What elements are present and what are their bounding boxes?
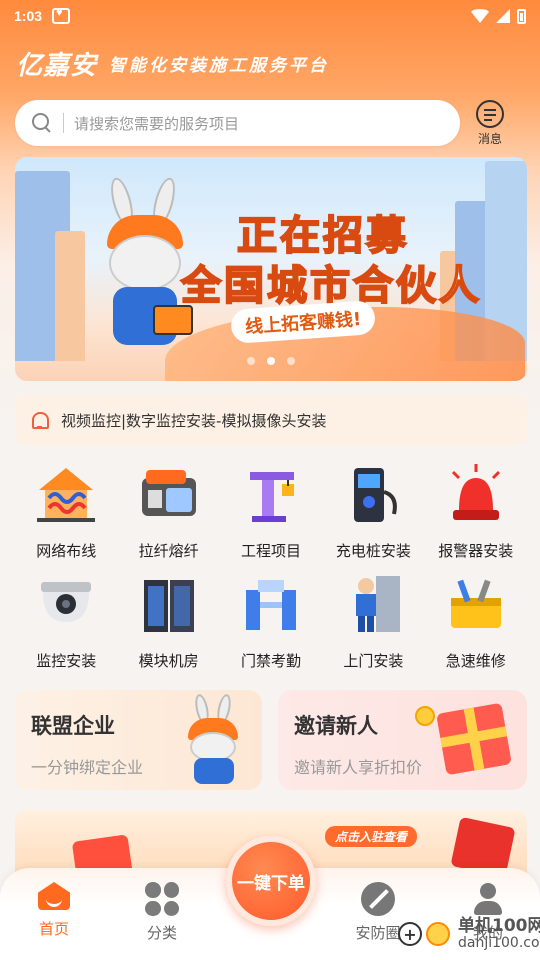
status-time: 1:03 xyxy=(14,8,43,24)
watermark-domain: danji100.com xyxy=(458,934,540,951)
signal-icon xyxy=(496,9,510,23)
join-tag: 点击入驻查看 xyxy=(325,826,418,847)
service-label: 上门安装 xyxy=(343,652,404,670)
bell-icon xyxy=(29,410,49,430)
watermark-site: 单机100网 xyxy=(458,916,540,936)
promo-banner[interactable]: 正在招募 全国城市合伙人 线上拓客赚钱! xyxy=(15,157,527,381)
brand-header: 亿嘉安 智能化安装施工服务平台 xyxy=(16,46,330,81)
wifi-icon xyxy=(471,9,489,23)
service-label: 充电桩安装 xyxy=(335,542,411,560)
tab-category[interactable]: 分类 xyxy=(122,882,202,943)
service-onsite-install[interactable]: 上门安装 xyxy=(322,572,424,682)
service-server-room[interactable]: 模块机房 xyxy=(117,572,219,682)
quick-order-label: 一键下单 xyxy=(237,873,305,894)
fiber-fusion-icon xyxy=(141,470,196,516)
search-placeholder: 请搜索您需要的服务项目 xyxy=(74,114,240,133)
service-label: 模块机房 xyxy=(138,652,199,670)
search-icon xyxy=(31,112,53,134)
messages-label: 消息 xyxy=(477,132,502,146)
tab-security-label: 安防圈 xyxy=(355,924,401,942)
app-notification-icon xyxy=(52,7,71,24)
pagination-dot[interactable] xyxy=(247,357,255,365)
search-input[interactable]: 请搜索您需要的服务项目 xyxy=(15,100,460,146)
profile-icon xyxy=(471,882,505,916)
service-label: 门禁考勤 xyxy=(240,652,301,670)
alliance-enterprise-card[interactable]: 联盟企业 一分钟绑定企业 xyxy=(15,690,262,790)
notice-bar[interactable]: 视频监控|数字监控安装-模拟摄像头安装 xyxy=(15,395,527,445)
banner-pagination xyxy=(247,357,295,365)
construction-crane-icon xyxy=(249,472,294,522)
status-bar: 1:03 xyxy=(0,0,540,32)
security-camera-icon xyxy=(41,582,92,622)
security-circle-icon xyxy=(361,882,395,916)
message-icon xyxy=(476,100,504,128)
service-fiber-fusion[interactable]: 拉纤熔纤 xyxy=(117,462,219,572)
rabbit-mascot-icon xyxy=(178,693,248,786)
gift-box-icon xyxy=(436,702,512,776)
search-divider xyxy=(63,113,64,133)
service-quick-repair[interactable]: 急速维修 xyxy=(425,572,527,682)
server-rack-icon xyxy=(143,580,194,632)
service-network-cabling[interactable]: 网络布线 xyxy=(15,462,117,572)
service-label: 拉纤熔纤 xyxy=(138,542,199,560)
service-label: 网络布线 xyxy=(36,542,97,560)
invite-new-user-card[interactable]: 邀请新人 邀请新人享折扣价 xyxy=(278,690,527,790)
home-icon xyxy=(37,882,71,912)
quick-order-button[interactable]: 一键下单 xyxy=(226,836,316,926)
service-label: 监控安装 xyxy=(36,652,97,670)
tab-home-label: 首页 xyxy=(38,920,69,938)
service-label: 报警器安装 xyxy=(438,542,514,560)
battery-icon xyxy=(517,8,526,24)
notice-text: 视频监控|数字监控安装-模拟摄像头安装 xyxy=(61,411,327,430)
service-alarm[interactable]: 报警器安装 xyxy=(425,462,527,572)
ev-charger-icon xyxy=(354,468,398,522)
service-label: 急速维修 xyxy=(445,652,506,670)
messages-button[interactable]: 消息 xyxy=(470,100,510,148)
toolbox-icon xyxy=(450,579,501,628)
tab-category-label: 分类 xyxy=(146,924,177,942)
rabbit-mascot-icon xyxy=(95,175,195,357)
pagination-dot[interactable] xyxy=(287,357,295,365)
category-icon xyxy=(145,882,179,916)
service-label: 工程项目 xyxy=(240,542,301,560)
brand-logo: 亿嘉安 xyxy=(16,50,98,81)
building-illustration xyxy=(55,231,85,361)
coin-icon xyxy=(415,706,435,726)
watermark-logo-icon xyxy=(426,922,450,947)
service-monitoring[interactable]: 监控安装 xyxy=(15,572,117,682)
access-gate-icon xyxy=(245,580,296,630)
service-access-control[interactable]: 门禁考勤 xyxy=(220,572,322,682)
tab-home[interactable]: 首页 xyxy=(14,882,94,939)
plus-icon: + xyxy=(398,922,422,947)
technician-icon xyxy=(356,576,401,632)
service-ev-charger[interactable]: 充电桩安装 xyxy=(322,462,424,572)
service-construction[interactable]: 工程项目 xyxy=(220,462,322,572)
brand-slogan: 智能化安装施工服务平台 xyxy=(109,55,330,76)
pagination-dot-active[interactable] xyxy=(267,357,275,365)
site-watermark: + 单机100网 danji100.com xyxy=(398,916,540,951)
alarm-siren-icon xyxy=(451,464,500,520)
network-cabling-icon xyxy=(37,468,96,522)
service-grid: 网络布线 拉纤熔纤 工程项目 充电桩安装 报警器安装 监控安装 模块机房 门禁考… xyxy=(15,462,527,682)
